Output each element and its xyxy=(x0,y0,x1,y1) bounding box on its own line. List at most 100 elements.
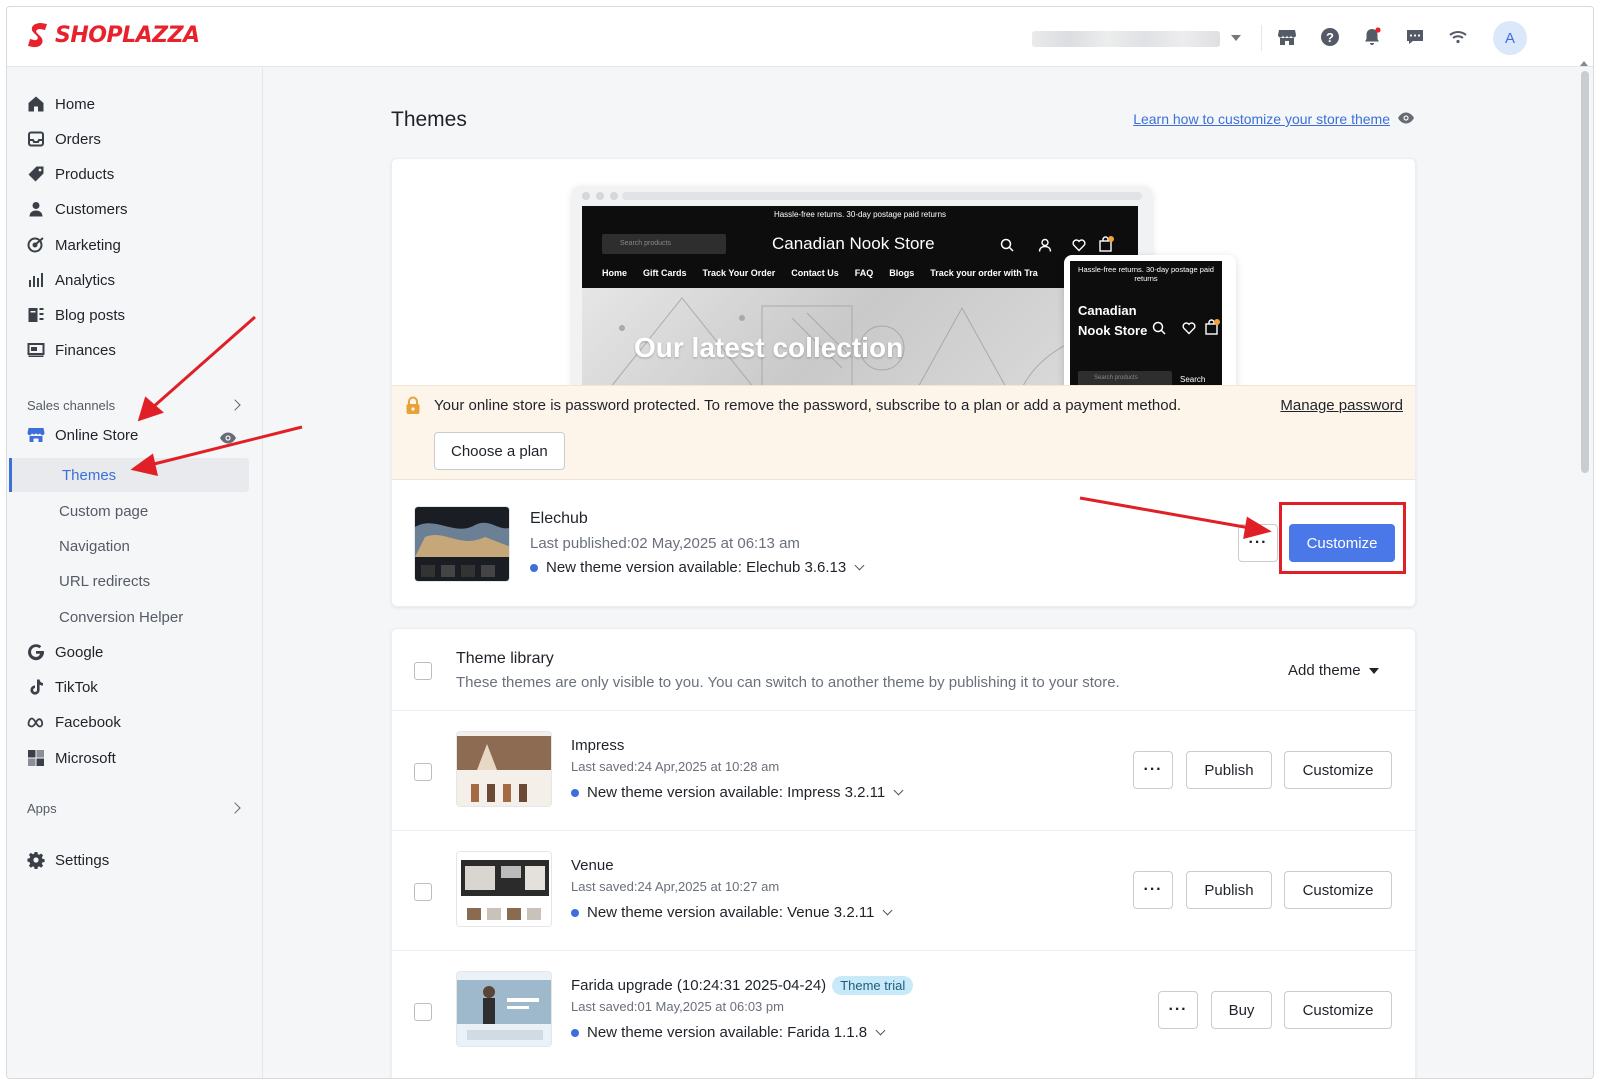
scroll-up-arrow[interactable] xyxy=(1580,61,1588,66)
current-theme-card: Hassle-free returns. 30-day postage paid… xyxy=(391,158,1416,607)
current-theme-version[interactable]: New theme version available: Elechub 3.6… xyxy=(530,559,865,576)
theme-thumbnail-image xyxy=(457,972,551,1046)
divider xyxy=(1261,25,1262,51)
status-dot xyxy=(571,908,579,917)
sidebar-item-settings[interactable]: Settings xyxy=(27,846,109,874)
help-icon[interactable]: ? xyxy=(1318,25,1342,49)
preview-menu-item: Track Your Order xyxy=(702,268,776,278)
chevron-down-icon[interactable] xyxy=(875,1025,886,1036)
theme-thumbnail-impress xyxy=(456,731,552,807)
sidebar-item-label: Facebook xyxy=(55,713,121,731)
sidebar-item-customers[interactable]: Customers xyxy=(27,195,128,223)
sidebar-item-orders[interactable]: Orders xyxy=(27,125,101,153)
target-icon xyxy=(27,237,44,253)
publish-button[interactable]: Publish xyxy=(1186,871,1272,909)
chevron-down-icon[interactable] xyxy=(854,560,865,571)
user-icon xyxy=(1038,238,1052,252)
more-actions-button[interactable]: ··· xyxy=(1238,524,1278,562)
sidebar-item-products[interactable]: Products xyxy=(27,160,114,188)
version-text: New theme version available: Farida 1.1.… xyxy=(587,1024,868,1041)
library-subtitle: These themes are only visible to you. Yo… xyxy=(456,674,1120,691)
logo-mark-icon xyxy=(28,23,47,48)
theme-version[interactable]: New theme version available: Farida 1.1.… xyxy=(571,1024,886,1041)
learn-customize-link[interactable]: Learn how to customize your store theme xyxy=(1133,111,1390,127)
microsoft-icon xyxy=(28,750,44,766)
page-title: Themes xyxy=(391,108,467,131)
add-theme-label: Add theme xyxy=(1288,662,1361,679)
bag-icon xyxy=(1099,236,1114,252)
sidebar-item-analytics[interactable]: Analytics xyxy=(27,266,115,294)
heart-icon xyxy=(1182,322,1196,335)
search-icon xyxy=(1000,238,1014,252)
theme-name: Venue xyxy=(571,857,614,874)
sidebar-item-finances[interactable]: Finances xyxy=(27,336,116,364)
google-icon xyxy=(28,644,45,661)
sidebar-item-tiktok[interactable]: TikTok xyxy=(27,673,98,701)
theme-checkbox[interactable] xyxy=(414,883,432,901)
sidebar-item-custom-page[interactable]: Custom page xyxy=(59,497,148,525)
sidebar-item-blog-posts[interactable]: Blog posts xyxy=(27,301,125,329)
wifi-icon[interactable] xyxy=(1446,25,1470,49)
select-all-checkbox[interactable] xyxy=(414,662,432,680)
more-actions-button[interactable]: ··· xyxy=(1133,871,1173,909)
theme-thumbnail-farida xyxy=(456,971,552,1047)
current-theme-name: Elechub xyxy=(530,510,588,527)
theme-checkbox[interactable] xyxy=(414,1003,432,1021)
mobile-promo: Hassle-free returns. 30-day postage paid… xyxy=(1078,265,1214,283)
shoplazza-logo[interactable]: SHOPLAZZA xyxy=(27,21,200,49)
sidebar-item-marketing[interactable]: Marketing xyxy=(27,231,121,259)
chevron-right-icon[interactable] xyxy=(229,399,241,411)
preview-menu-item: FAQ xyxy=(854,268,874,278)
chevron-down-icon[interactable] xyxy=(1231,35,1241,41)
chevron-down-icon[interactable] xyxy=(882,905,893,916)
sidebar-item-url-redirects[interactable]: URL redirects xyxy=(59,567,150,595)
desktop-screen: Hassle-free returns. 30-day postage paid… xyxy=(582,206,1138,385)
sidebar-item-label: Microsoft xyxy=(55,749,116,767)
customize-button[interactable]: Customize xyxy=(1284,991,1392,1029)
theme-thumbnail-image xyxy=(415,507,509,581)
sidebar-item-online-store[interactable]: Online Store xyxy=(27,421,138,449)
add-theme-dropdown[interactable]: Add theme xyxy=(1288,662,1379,679)
promo-bar: Hassle-free returns. 30-day postage paid… xyxy=(773,210,947,219)
finance-icon xyxy=(27,343,45,357)
sidebar-item-facebook[interactable]: Facebook xyxy=(27,708,121,736)
sales-channels-label: Sales channels xyxy=(27,398,116,413)
eye-icon[interactable] xyxy=(1397,111,1415,125)
store-selector[interactable] xyxy=(1032,31,1220,47)
theme-version[interactable]: New theme version available: Venue 3.2.1… xyxy=(571,904,893,921)
window-dots xyxy=(582,192,618,200)
bell-icon[interactable] xyxy=(1360,25,1384,49)
sidebar-item-navigation[interactable]: Navigation xyxy=(59,532,130,560)
sidebar-item-themes[interactable]: Themes xyxy=(9,458,249,492)
store-icon[interactable] xyxy=(1275,25,1299,49)
address-bar xyxy=(622,192,1142,200)
theme-version[interactable]: New theme version available: Impress 3.2… xyxy=(571,784,904,801)
sidebar-item-label: Orders xyxy=(55,130,101,148)
customize-button[interactable]: Customize xyxy=(1284,751,1392,789)
manage-password-link[interactable]: Manage password xyxy=(1280,397,1403,414)
buy-button[interactable]: Buy xyxy=(1211,991,1272,1029)
customize-button[interactable]: Customize xyxy=(1284,871,1392,909)
publish-button[interactable]: Publish xyxy=(1186,751,1272,789)
sidebar-item-home[interactable]: Home xyxy=(27,90,95,118)
sidebar-item-label: Home xyxy=(55,95,96,113)
sidebar-item-google[interactable]: Google xyxy=(27,638,103,666)
chat-icon[interactable] xyxy=(1403,25,1427,49)
sidebar-item-conversion-helper[interactable]: Conversion Helper xyxy=(59,603,183,631)
mobile-store-name: Canadian Nook Store xyxy=(1078,303,1148,338)
theme-checkbox[interactable] xyxy=(414,763,432,781)
chevron-right-icon[interactable] xyxy=(229,802,241,814)
home-icon xyxy=(28,96,44,112)
sidebar-item-microsoft[interactable]: Microsoft xyxy=(27,744,116,772)
choose-plan-button[interactable]: Choose a plan xyxy=(434,432,565,470)
bar-chart-icon xyxy=(29,273,43,287)
more-actions-button[interactable]: ··· xyxy=(1158,991,1198,1029)
more-actions-button[interactable]: ··· xyxy=(1133,751,1173,789)
scrollbar[interactable] xyxy=(1581,71,1589,473)
chevron-down-icon[interactable] xyxy=(893,785,904,796)
sidebar-item-label: Marketing xyxy=(55,236,121,254)
gear-icon xyxy=(27,852,45,869)
avatar[interactable]: A xyxy=(1493,21,1527,55)
divider xyxy=(392,710,1415,711)
eye-icon[interactable] xyxy=(219,431,237,445)
